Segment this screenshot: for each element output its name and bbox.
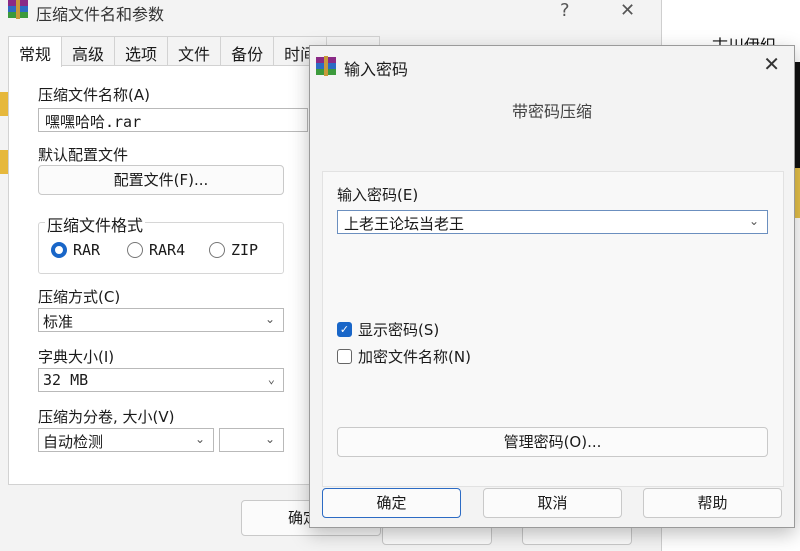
password-panel: 输入密码(E) 上老王论坛当老王 ⌄ ✓ 显示密码(S) 加密文件名称(N) 管…: [322, 171, 784, 487]
compression-method-value: 标准: [43, 313, 74, 331]
winrar-icon: [8, 0, 28, 19]
compression-method-select[interactable]: 标准 ⌄: [38, 308, 284, 332]
left-accent-stripe: [0, 150, 8, 174]
show-password-checkbox[interactable]: ✓ 显示密码(S): [337, 319, 439, 340]
password-input[interactable]: 上老王论坛当老王 ⌄: [337, 210, 768, 234]
format-rar4-label: RAR4: [149, 241, 186, 259]
tab-files[interactable]: 文件: [167, 36, 222, 66]
password-value: 上老王论坛当老王: [344, 215, 465, 233]
split-volumes-value: 自动检测: [43, 433, 104, 451]
radio-selected-icon: [51, 242, 67, 258]
manage-passwords-button[interactable]: 管理密码(O)...: [337, 427, 768, 457]
split-volumes-select[interactable]: 自动检测 ⌄: [38, 428, 214, 452]
chevron-down-icon: ⌄: [267, 372, 275, 386]
format-rar-label: RAR: [73, 241, 101, 259]
chevron-down-icon: ⌄: [264, 432, 275, 446]
show-password-label: 显示密码(S): [358, 321, 440, 339]
password-label: 输入密码(E): [337, 186, 419, 204]
tab-options[interactable]: 选项: [114, 36, 169, 66]
archive-format-group: 压缩文件格式 RAR RAR4 ZIP: [38, 212, 284, 274]
chevron-down-icon: ⌄: [194, 432, 205, 446]
password-dialog-title: 输入密码: [344, 60, 409, 79]
split-unit-select[interactable]: ⌄: [219, 428, 284, 452]
left-accent-stripe: [0, 92, 8, 116]
encrypt-file-names-checkbox[interactable]: 加密文件名称(N): [337, 346, 471, 367]
password-titlebar: 输入密码 ✕: [310, 46, 794, 86]
archive-name-input[interactable]: 嘿嘿哈哈.rar: [38, 108, 308, 132]
encrypt-file-names-label: 加密文件名称(N): [358, 348, 471, 366]
archive-format-title: 压缩文件格式: [45, 212, 146, 236]
compression-method-label: 压缩方式(C): [38, 288, 121, 306]
ok-button[interactable]: 确定: [322, 488, 461, 518]
help-button[interactable]: 帮助: [643, 488, 782, 518]
main-help-button[interactable]: [522, 525, 632, 545]
password-heading: 带密码压缩: [511, 102, 592, 121]
format-rar-radio[interactable]: RAR: [51, 241, 100, 259]
dictionary-size-select[interactable]: 32 MB ⌄: [38, 368, 284, 392]
radio-icon: [209, 242, 225, 258]
tab-general[interactable]: 常规: [8, 36, 63, 67]
dictionary-size-label: 字典大小(I): [38, 348, 115, 366]
format-zip-radio[interactable]: ZIP: [209, 241, 258, 259]
main-titlebar: 压缩文件名和参数 ? ✕: [0, 0, 662, 34]
archive-name-label: 压缩文件名称(A): [38, 86, 150, 104]
chevron-down-icon[interactable]: ⌄: [749, 214, 759, 228]
close-icon[interactable]: ✕: [763, 52, 780, 76]
split-volumes-label: 压缩为分卷, 大小(V): [38, 408, 175, 426]
profile-label: 默认配置文件: [38, 146, 129, 164]
main-window-title: 压缩文件名和参数: [36, 5, 165, 24]
close-icon[interactable]: ✕: [620, 0, 635, 21]
main-cancel-button[interactable]: [382, 525, 492, 545]
checkbox-icon: [337, 349, 352, 364]
dictionary-size-value: 32 MB: [43, 371, 89, 389]
cancel-button[interactable]: 取消: [483, 488, 622, 518]
tab-backup[interactable]: 备份: [220, 36, 275, 66]
chevron-down-icon: ⌄: [264, 312, 275, 326]
checkmark-icon: ✓: [337, 322, 352, 337]
help-icon[interactable]: ?: [560, 0, 570, 21]
tab-advanced[interactable]: 高级: [61, 36, 116, 66]
format-zip-label: ZIP: [231, 241, 259, 259]
radio-icon: [127, 242, 143, 258]
format-rar4-radio[interactable]: RAR4: [127, 241, 185, 259]
password-dialog: 输入密码 ✕ 带密码压缩 输入密码(E) 上老王论坛当老王 ⌄ ✓ 显示密码(S…: [309, 45, 795, 528]
winrar-icon: [316, 56, 336, 76]
profiles-button[interactable]: 配置文件(F)...: [38, 165, 284, 195]
